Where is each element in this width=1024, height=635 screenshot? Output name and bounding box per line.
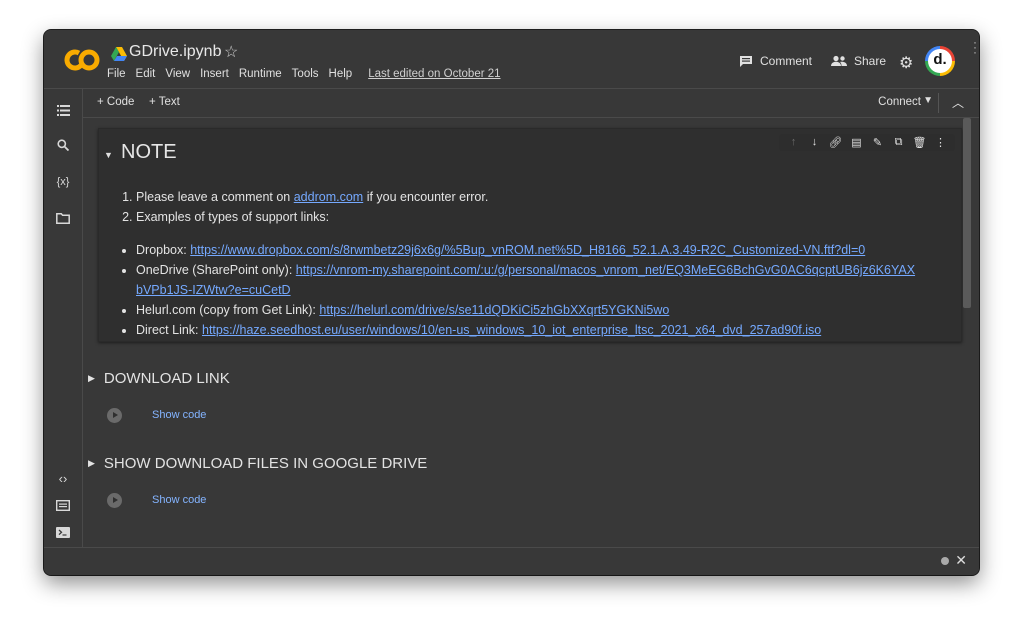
- share-label: Share: [854, 54, 887, 68]
- menu-tools[interactable]: Tools: [292, 68, 319, 80]
- comment-button[interactable]: Comment: [739, 54, 812, 68]
- notebook-toolbar: + Code + Text Connect ▼ ︿: [83, 89, 979, 118]
- menu-runtime[interactable]: Runtime: [239, 68, 282, 80]
- section-title: SHOW DOWNLOAD FILES IN GOOGLE DRIVE: [103, 455, 428, 472]
- comment-icon[interactable]: ▤: [846, 136, 867, 149]
- avatar-letter: d.: [928, 49, 952, 73]
- window-more-icon[interactable]: · · ·: [973, 36, 977, 58]
- star-icon[interactable]: ☆: [224, 42, 238, 62]
- mirror-cell-icon[interactable]: ⧉: [888, 136, 909, 149]
- link-icon[interactable]: 🔗︎: [825, 136, 846, 149]
- folder-icon[interactable]: [44, 212, 82, 227]
- notebook-content: ↑ ↓ 🔗︎ ▤ ✎ ⧉ 🗑︎ ⋮ ▼ NOTE Please leave a …: [83, 118, 962, 547]
- chevron-down-icon[interactable]: ▼: [923, 95, 933, 106]
- add-text-button[interactable]: + Text: [149, 96, 180, 108]
- people-icon: [831, 55, 847, 66]
- title-bar: GDrive.ipynb ☆ File Edit View Insert Run…: [44, 30, 979, 89]
- notebook-title[interactable]: GDrive.ipynb: [129, 43, 221, 61]
- share-button[interactable]: Share: [831, 54, 886, 68]
- link-label: OneDrive (SharePoint only):: [136, 263, 296, 277]
- search-icon[interactable]: [44, 139, 82, 154]
- avatar[interactable]: d.: [925, 46, 955, 76]
- run-cell-icon[interactable]: [107, 493, 122, 508]
- scrollbar[interactable]: [963, 118, 971, 308]
- direct-link[interactable]: https://haze.seedhost.eu/user/windows/10…: [202, 323, 821, 337]
- collapse-header-icon[interactable]: ︿: [952, 94, 964, 111]
- menu-edit[interactable]: Edit: [136, 68, 156, 80]
- delete-icon[interactable]: 🗑︎: [909, 136, 930, 149]
- cell-toolbar: ↑ ↓ 🔗︎ ▤ ✎ ⧉ 🗑︎ ⋮: [779, 134, 955, 151]
- list-item: Dropbox: https://www.dropbox.com/s/8rwmb…: [136, 240, 916, 260]
- show-code-link[interactable]: Show code: [152, 409, 206, 421]
- status-bar: ✕: [44, 547, 979, 575]
- last-edited-link[interactable]: Last edited on October 21: [368, 68, 500, 80]
- dropbox-link[interactable]: https://www.dropbox.com/s/8rwmbetz29j6x6…: [190, 243, 865, 257]
- more-options-icon[interactable]: ⋮: [930, 136, 951, 149]
- menu-help[interactable]: Help: [329, 68, 353, 80]
- list-item: Direct Link: https://haze.seedhost.eu/us…: [136, 320, 916, 340]
- comment-icon: [740, 55, 752, 67]
- run-cell-icon[interactable]: [107, 408, 122, 423]
- note-text-cell[interactable]: ↑ ↓ 🔗︎ ▤ ✎ ⧉ 🗑︎ ⋮ ▼ NOTE Please leave a …: [98, 128, 962, 342]
- add-code-button[interactable]: + Code: [97, 96, 134, 108]
- close-icon[interactable]: ✕: [955, 552, 967, 569]
- list-item: Please leave a comment on addrom.com if …: [136, 187, 488, 207]
- support-links-list: Dropbox: https://www.dropbox.com/s/8rwmb…: [119, 240, 916, 340]
- code-snippets-icon[interactable]: ‹›: [44, 471, 82, 486]
- section-title: DOWNLOAD LINK: [103, 370, 230, 387]
- status-dot-icon: [941, 557, 949, 565]
- toolbar-divider: [938, 93, 939, 113]
- show-code-link[interactable]: Show code: [152, 494, 206, 506]
- link-label: Helurl.com (copy from Get Link):: [136, 303, 320, 317]
- command-palette-icon[interactable]: [44, 499, 82, 514]
- link-label: Dropbox:: [136, 243, 191, 257]
- connect-button[interactable]: Connect: [878, 96, 921, 108]
- expand-section-icon[interactable]: ▶: [88, 458, 95, 468]
- left-sidebar: {x} ‹›: [44, 89, 83, 575]
- gear-icon[interactable]: ⚙: [899, 53, 913, 73]
- move-up-icon[interactable]: ↑: [783, 136, 804, 149]
- colab-logo[interactable]: [64, 49, 100, 71]
- menu-view[interactable]: View: [165, 68, 190, 80]
- helurl-link[interactable]: https://helurl.com/drive/s/se11dQDKiCi5z…: [319, 303, 669, 317]
- menu-bar: File Edit View Insert Runtime Tools Help…: [107, 68, 511, 80]
- list-item: OneDrive (SharePoint only): https://vnro…: [136, 260, 916, 300]
- link-label: Direct Link:: [136, 323, 202, 337]
- table-of-contents-icon[interactable]: [44, 104, 82, 119]
- expand-section-icon[interactable]: ▶: [88, 373, 95, 383]
- note-heading: NOTE: [121, 141, 177, 163]
- edit-pencil-icon[interactable]: ✎: [867, 136, 888, 149]
- item-text: if you encounter error.: [363, 190, 489, 204]
- addrom-link[interactable]: addrom.com: [294, 190, 363, 204]
- section-show-download-files[interactable]: ▶ SHOW DOWNLOAD FILES IN GOOGLE DRIVE: [88, 455, 427, 472]
- list-item: Examples of types of support links:: [136, 207, 488, 227]
- colab-window: GDrive.ipynb ☆ File Edit View Insert Run…: [44, 30, 979, 575]
- menu-file[interactable]: File: [107, 68, 126, 80]
- list-item: Helurl.com (copy from Get Link): https:/…: [136, 300, 916, 320]
- item-text: Please leave a comment on: [136, 190, 294, 204]
- section-download-link[interactable]: ▶ DOWNLOAD LINK: [88, 370, 230, 387]
- comment-label: Comment: [760, 54, 813, 68]
- terminal-icon[interactable]: [44, 526, 82, 541]
- variables-icon[interactable]: {x}: [44, 176, 82, 188]
- menu-insert[interactable]: Insert: [200, 68, 229, 80]
- google-drive-icon: [111, 47, 127, 61]
- move-down-icon[interactable]: ↓: [804, 136, 825, 149]
- note-instructions-list: Please leave a comment on addrom.com if …: [119, 187, 488, 227]
- collapse-section-icon[interactable]: ▼: [104, 150, 113, 160]
